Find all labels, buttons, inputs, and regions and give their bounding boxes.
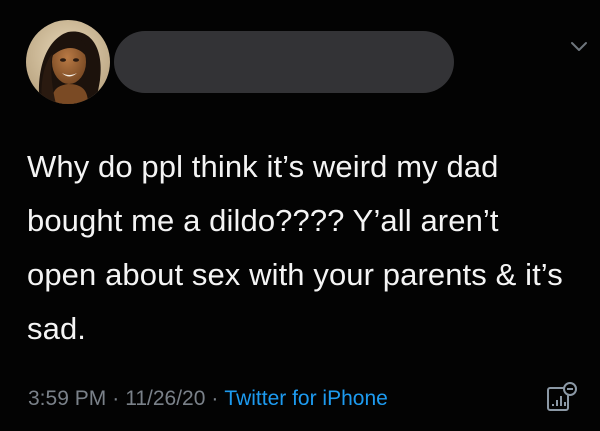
tweet-metadata: 3:59 PM · 11/26/20 · Twitter for iPhone — [28, 384, 388, 414]
tweet-date[interactable]: 11/26/20 — [125, 387, 205, 410]
tweet-source-link[interactable]: Twitter for iPhone — [224, 387, 387, 410]
meta-separator: · — [211, 387, 219, 410]
avatar-photo — [26, 20, 110, 104]
meta-separator: · — [112, 387, 120, 410]
tweet-time[interactable]: 3:59 PM — [28, 387, 106, 410]
tweet-text: Why do ppl think it’s weird my dad bough… — [27, 149, 563, 346]
tweet-header — [0, 0, 600, 120]
chevron-down-icon[interactable] — [568, 36, 590, 58]
avatar[interactable] — [26, 20, 110, 104]
tweet-container: Why do ppl think it’s weird my dad bough… — [0, 0, 600, 431]
redacted-username — [114, 31, 454, 93]
analytics-icon[interactable] — [544, 380, 580, 416]
